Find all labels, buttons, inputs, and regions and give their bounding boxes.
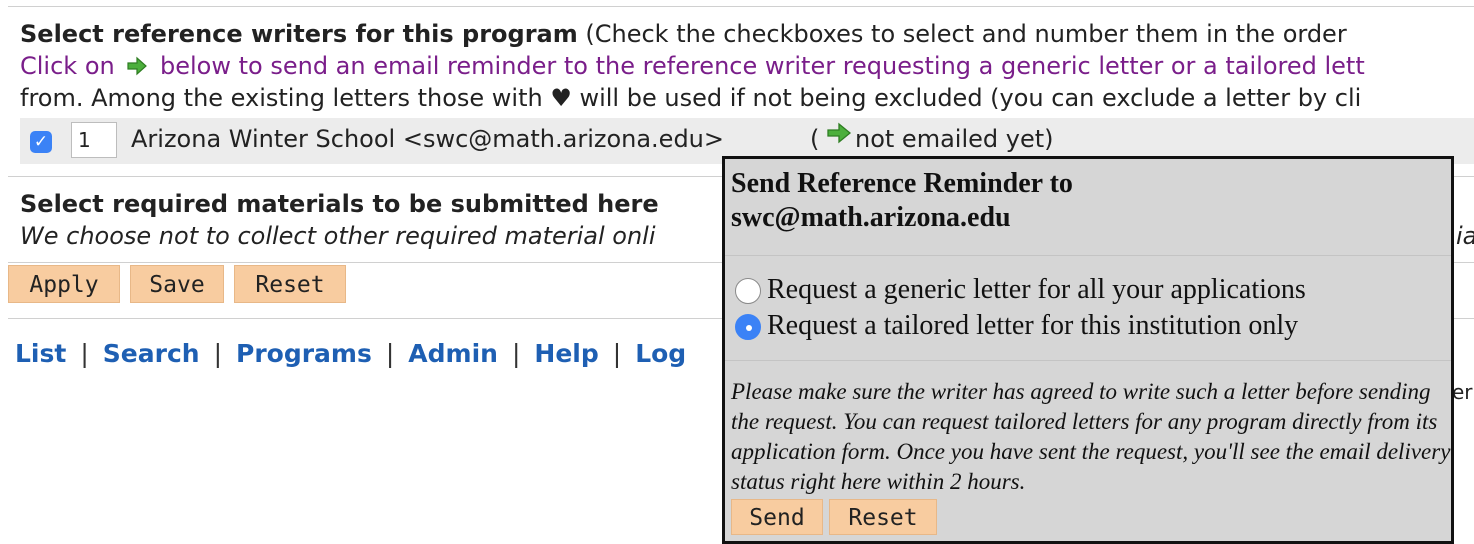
dialog-note: Please make sure the writer has agreed t… xyxy=(731,379,1451,494)
nav-separator: | xyxy=(612,339,622,368)
radio-unchecked-icon[interactable] xyxy=(735,278,761,304)
checkbox-checked-icon[interactable]: ✓ xyxy=(30,131,52,153)
existing-letters-text: from. Among the existing letters those w… xyxy=(20,84,1362,112)
dialog-divider xyxy=(725,255,1451,256)
materials-heading: Select required materials to be submitte… xyxy=(20,190,659,218)
nav-list-link[interactable]: List xyxy=(15,339,66,368)
nav-search-link[interactable]: Search xyxy=(103,339,200,368)
status-paren: ( xyxy=(810,125,820,153)
reference-status: not emailed yet) xyxy=(855,125,1054,153)
materials-note: We choose not to collect other required … xyxy=(20,222,656,250)
reference-order-input[interactable]: 1 xyxy=(71,122,117,158)
nav-logout-link[interactable]: Log xyxy=(635,339,686,368)
reminder-text: below to send an email reminder to the r… xyxy=(160,52,1365,80)
reminder-click-text: Click on xyxy=(20,52,115,80)
reminder-instruction-line: Click on below to send an email reminder… xyxy=(20,50,1365,82)
reset-button[interactable]: Reset xyxy=(234,265,346,303)
dialog-title: Send Reference Reminder to swc@math.ariz… xyxy=(731,167,1073,235)
send-button[interactable]: Send xyxy=(731,499,823,535)
references-instruction: (Check the checkboxes to select and numb… xyxy=(585,20,1347,48)
top-divider xyxy=(8,6,1474,7)
nav-separator: | xyxy=(213,339,222,368)
tailored-letter-label: Request a tailored letter for this insti… xyxy=(767,310,1299,341)
nav-admin-link[interactable]: Admin xyxy=(408,339,498,368)
dialog-divider xyxy=(725,360,1451,361)
radio-checked-icon[interactable] xyxy=(735,314,761,340)
nav-separator: | xyxy=(511,339,521,368)
reference-writer-name: Arizona Winter School <swc@math.arizona.… xyxy=(131,125,725,153)
dialog-title-email: swc@math.arizona.edu xyxy=(731,202,1011,233)
nav-help-link[interactable]: Help xyxy=(534,339,598,368)
green-arrow-icon xyxy=(127,56,148,76)
send-reminder-arrow-icon[interactable] xyxy=(826,121,852,145)
dialog-title-line1: Send Reference Reminder to xyxy=(731,168,1073,199)
nav-programs-link[interactable]: Programs xyxy=(236,339,372,368)
save-button[interactable]: Save xyxy=(130,265,224,303)
references-heading: Select reference writers for this progra… xyxy=(20,20,578,48)
references-heading-line: Select reference writers for this progra… xyxy=(20,18,1347,50)
dialog-reset-button[interactable]: Reset xyxy=(829,499,937,535)
nav-separator: | xyxy=(385,339,395,368)
materials-note-fragment: ial xyxy=(1456,222,1474,250)
nav-separator: | xyxy=(80,339,89,368)
generic-letter-label: Request a generic letter for all your ap… xyxy=(767,274,1306,305)
send-reminder-dialog: Send Reference Reminder to swc@math.ariz… xyxy=(722,156,1454,544)
background-text-fragment: eri xyxy=(1452,380,1474,404)
apply-button[interactable]: Apply xyxy=(8,265,120,303)
bottom-nav: List | Search | Programs | Admin | Help | Log xyxy=(15,338,686,370)
